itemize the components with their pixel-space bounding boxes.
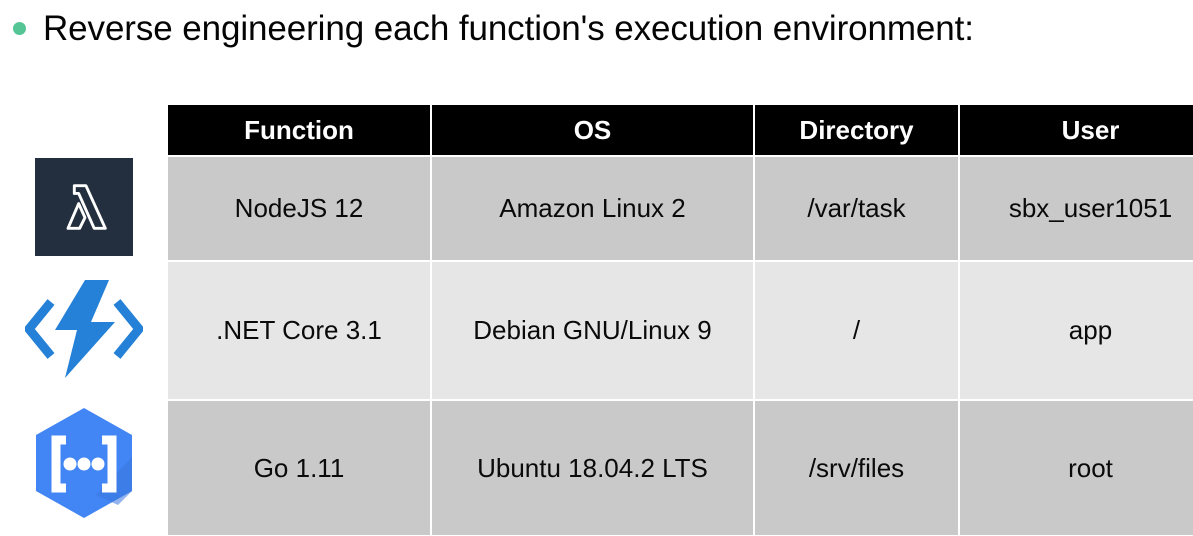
bullet-point-icon: [13, 21, 26, 35]
azure-lightning-bolt-icon: [25, 279, 143, 378]
cell-function: Go 1.11: [168, 400, 432, 535]
column-header-directory: Directory: [754, 105, 960, 157]
cell-os: Amazon Linux 2: [431, 156, 755, 262]
table-row: .NET Core 3.1 Debian GNU/Linux 9 / app: [168, 261, 1193, 401]
cell-function: NodeJS 12: [168, 156, 432, 262]
table-row: NodeJS 12 Amazon Linux 2 /var/task sbx_u…: [168, 156, 1193, 262]
cell-user: sbx_user1051: [959, 156, 1193, 262]
azure-functions-logo: [0, 260, 168, 397]
slide-title-row: Reverse engineering each function's exec…: [0, 0, 1193, 56]
cell-os: Debian GNU/Linux 9: [431, 261, 755, 401]
table-body: NodeJS 12 Amazon Linux 2 /var/task sbx_u…: [168, 156, 1193, 535]
cell-os: Ubuntu 18.04.2 LTS: [431, 400, 755, 535]
table-header: Function OS Directory User: [168, 105, 1193, 157]
cell-directory: /var/task: [754, 156, 960, 262]
cell-directory: /: [754, 261, 960, 401]
column-header-function: Function: [168, 105, 432, 157]
cell-user: root: [959, 400, 1193, 535]
table-header-row: Function OS Directory User: [168, 105, 1193, 157]
provider-logo-column: [0, 105, 168, 529]
gcp-hexagon-brackets-dots-icon: [36, 407, 132, 518]
column-header-os: OS: [431, 105, 755, 157]
page-title: Reverse engineering each function's exec…: [43, 8, 974, 48]
cell-directory: /srv/files: [754, 400, 960, 535]
aws-lambda-logo: [0, 155, 168, 259]
environment-table: Function OS Directory User NodeJS 12 Ama…: [168, 105, 1193, 535]
aws-lambda-logo-background: [35, 158, 133, 256]
cell-function: .NET Core 3.1: [168, 261, 432, 401]
google-cloud-functions-logo: [0, 397, 168, 530]
column-header-user: User: [959, 105, 1193, 157]
environment-table-container: Function OS Directory User NodeJS 12 Ama…: [168, 105, 1193, 535]
table-row: Go 1.11 Ubuntu 18.04.2 LTS /srv/files ro…: [168, 400, 1193, 535]
cell-user: app: [959, 261, 1193, 401]
lambda-icon: [66, 184, 107, 230]
